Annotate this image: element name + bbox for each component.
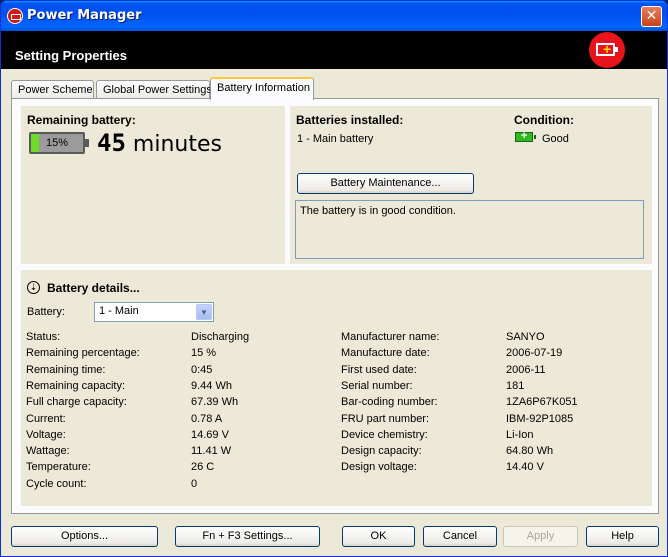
page-title: Setting Properties xyxy=(15,48,127,63)
chevron-down-icon[interactable]: ▼ xyxy=(196,304,212,320)
ok-label: OK xyxy=(370,530,387,542)
detail-right-key: Device chemistry: xyxy=(341,429,428,441)
detail-left-value: 0:45 xyxy=(191,364,213,376)
cancel-label: Cancel xyxy=(442,530,478,542)
window-title: Power Manager xyxy=(27,8,142,23)
detail-right-value: 14.40 V xyxy=(506,461,544,473)
detail-left-key: Remaining time: xyxy=(26,364,106,376)
detail-right-key: Bar-coding number: xyxy=(341,396,438,408)
detail-left-key: Remaining capacity: xyxy=(26,380,126,392)
batteries-installed-label: Batteries installed: xyxy=(296,113,404,127)
detail-left-key: Status: xyxy=(26,331,61,343)
header-band: Setting Properties + xyxy=(1,31,667,69)
detail-right-value: 2006-07-19 xyxy=(506,347,563,359)
help-label: Help xyxy=(611,530,634,542)
battery-select[interactable]: 1 - Main ▼ xyxy=(94,302,214,322)
detail-right-key: First used date: xyxy=(341,364,417,376)
app-battery-icon xyxy=(7,8,23,24)
detail-right-key: Design voltage: xyxy=(341,461,417,473)
battery-details-title[interactable]: Battery details... xyxy=(47,281,140,295)
detail-left-value: 67.39 Wh xyxy=(191,396,239,408)
battery-maintenance-label: Battery Maintenance... xyxy=(330,177,441,189)
detail-right-value: 181 xyxy=(506,380,525,392)
apply-label: Apply xyxy=(526,530,555,542)
detail-left-key: Wattage: xyxy=(26,445,70,457)
detail-left-key: Cycle count: xyxy=(26,478,87,490)
condition-value: Good xyxy=(542,133,569,145)
detail-right-value: 1ZA6P67K051 xyxy=(506,396,578,408)
battery-gauge: 15% xyxy=(29,132,89,154)
detail-right-value: 64.80 Wh xyxy=(506,445,554,457)
detail-right-value: IBM-92P1085 xyxy=(506,413,574,425)
remaining-time-unit: minutes xyxy=(132,132,222,157)
battery-good-icon xyxy=(515,130,536,142)
battery-select-value: 1 - Main xyxy=(99,305,139,317)
detail-left-value: Discharging xyxy=(191,331,250,343)
detail-right-key: Manufacture date: xyxy=(341,347,430,359)
tab-power-scheme[interactable]: Power Scheme xyxy=(11,80,94,99)
apply-button[interactable]: Apply xyxy=(503,526,578,547)
detail-left-value: 15 % xyxy=(191,347,217,359)
detail-left-value: 0 xyxy=(191,478,198,490)
battery-percent-text: 15% xyxy=(45,137,69,149)
battery-select-label: Battery: xyxy=(27,306,65,318)
detail-right-value: SANYO xyxy=(506,331,545,343)
detail-left-value: 14.69 V xyxy=(191,429,229,441)
options-button[interactable]: Options... xyxy=(11,526,158,547)
detail-left-key: Full charge capacity: xyxy=(26,396,127,408)
detail-left-key: Voltage: xyxy=(26,429,66,441)
detail-right-key: Design capacity: xyxy=(341,445,422,457)
title-bar[interactable]: Power Manager ✕ xyxy=(1,1,667,31)
detail-left-value: 26 C xyxy=(191,461,215,473)
detail-left-value: 9.44 Wh xyxy=(191,380,232,392)
tab-global-power-settings[interactable]: Global Power Settings xyxy=(96,80,212,99)
fn-f3-settings-button[interactable]: Fn + F3 Settings... xyxy=(175,526,320,547)
ok-button[interactable]: OK xyxy=(342,526,415,547)
remaining-time-number: 45 xyxy=(97,129,126,157)
battery-maintenance-button[interactable]: Battery Maintenance... xyxy=(297,173,474,194)
remaining-battery-label: Remaining battery: xyxy=(27,113,136,127)
detail-right-value: 2006-11 xyxy=(506,364,546,376)
condition-message-box: The battery is in good condition. xyxy=(295,200,644,259)
close-button[interactable]: ✕ xyxy=(641,6,662,27)
detail-left-value: 0.78 A xyxy=(191,413,223,425)
detail-left-value: 11.41 W xyxy=(191,445,232,457)
cancel-button[interactable]: Cancel xyxy=(423,526,497,547)
installed-battery-value: 1 - Main battery xyxy=(297,133,374,145)
options-label: Options... xyxy=(60,530,109,542)
condition-label: Condition: xyxy=(514,113,574,127)
detail-left-key: Current: xyxy=(26,413,66,425)
battery-plus-icon: + xyxy=(589,32,625,68)
detail-left-key: Temperature: xyxy=(26,461,91,473)
help-button[interactable]: Help xyxy=(586,526,659,547)
remaining-time-display: 45 minutes xyxy=(97,129,222,157)
tab-battery-information[interactable]: Battery Information xyxy=(210,77,314,100)
fn-f3-settings-label: Fn + F3 Settings... xyxy=(202,530,293,542)
detail-right-key: Serial number: xyxy=(341,380,413,392)
detail-right-value: Li-Ion xyxy=(506,429,534,441)
detail-right-key: Manufacturer name: xyxy=(341,331,440,343)
detail-right-key: FRU part number: xyxy=(341,413,430,425)
detail-left-key: Remaining percentage: xyxy=(26,347,140,359)
power-manager-window: Power Manager ✕ Setting Properties + Pow… xyxy=(0,0,668,557)
collapse-chevron-icon[interactable]: ⇣ xyxy=(27,281,40,294)
